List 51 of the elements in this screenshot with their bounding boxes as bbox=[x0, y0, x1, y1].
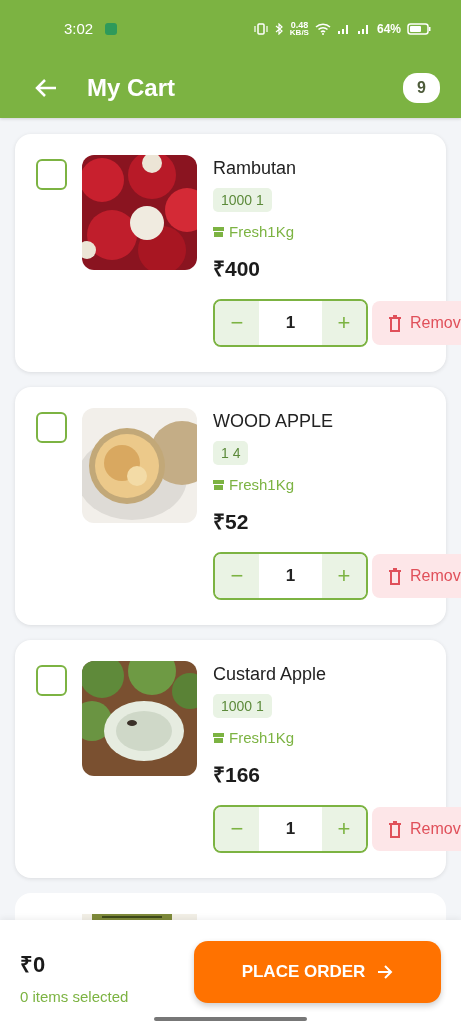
signal-icon bbox=[336, 22, 351, 35]
trash-icon bbox=[388, 567, 402, 585]
product-price: ₹166 bbox=[213, 762, 261, 788]
product-price: ₹400 bbox=[213, 256, 261, 282]
place-order-button[interactable]: PLACE ORDER bbox=[194, 941, 441, 1003]
checkbox[interactable] bbox=[36, 665, 67, 696]
decrease-button[interactable]: − bbox=[215, 807, 259, 851]
seller-name: Fresh1Kg bbox=[229, 476, 295, 493]
decrease-button[interactable]: − bbox=[215, 301, 259, 345]
page-title: My Cart bbox=[87, 73, 176, 102]
seller-name: Fresh1Kg bbox=[229, 223, 295, 240]
increase-button[interactable]: + bbox=[322, 301, 366, 345]
selected-count: 0 items selected bbox=[20, 988, 130, 1005]
product-price: ₹52 bbox=[213, 509, 249, 535]
store-icon bbox=[213, 732, 224, 743]
variant-tag: 1000 1 bbox=[213, 188, 272, 212]
trash-icon bbox=[388, 820, 402, 838]
quantity-value: 1 bbox=[284, 818, 297, 840]
cart-count-badge: 9 bbox=[403, 72, 440, 103]
remove-button[interactable]: Remov bbox=[372, 807, 461, 851]
quantity-value: 1 bbox=[284, 565, 297, 587]
decrease-button[interactable]: − bbox=[215, 554, 259, 598]
product-name: WOOD APPLE bbox=[213, 411, 334, 432]
checkbox[interactable] bbox=[36, 412, 67, 443]
vibrate-icon bbox=[253, 22, 268, 35]
store-icon bbox=[213, 479, 224, 490]
variant-tag: 1 4 bbox=[213, 441, 249, 465]
battery-icon bbox=[407, 22, 431, 35]
battery-percent: 64% bbox=[376, 21, 401, 36]
remove-button[interactable]: Remov bbox=[372, 301, 461, 345]
speed-unit: KB/S bbox=[289, 28, 309, 37]
quantity-value: 1 bbox=[284, 312, 297, 334]
total-price: ₹0 bbox=[20, 951, 47, 978]
increase-button[interactable]: + bbox=[322, 807, 366, 851]
network-speed: 0.48 bbox=[290, 20, 309, 29]
trash-icon bbox=[388, 314, 402, 332]
status-time: 3:02 bbox=[64, 20, 94, 37]
checkbox[interactable] bbox=[36, 159, 67, 190]
wifi-icon bbox=[314, 22, 331, 35]
increase-button[interactable]: + bbox=[322, 554, 366, 598]
product-name: Rambutan bbox=[213, 158, 297, 179]
arrow-right-icon bbox=[377, 965, 394, 979]
product-name: Custard Apple bbox=[213, 664, 327, 685]
store-icon bbox=[213, 226, 224, 237]
back-icon[interactable] bbox=[35, 78, 57, 97]
signal-icon bbox=[356, 22, 371, 35]
bluetooth-icon bbox=[273, 22, 284, 35]
seller-name: Fresh1Kg bbox=[229, 729, 295, 746]
remove-button[interactable]: Remov bbox=[372, 554, 461, 598]
variant-tag: 1000 1 bbox=[213, 694, 272, 718]
app-icon bbox=[105, 22, 118, 35]
